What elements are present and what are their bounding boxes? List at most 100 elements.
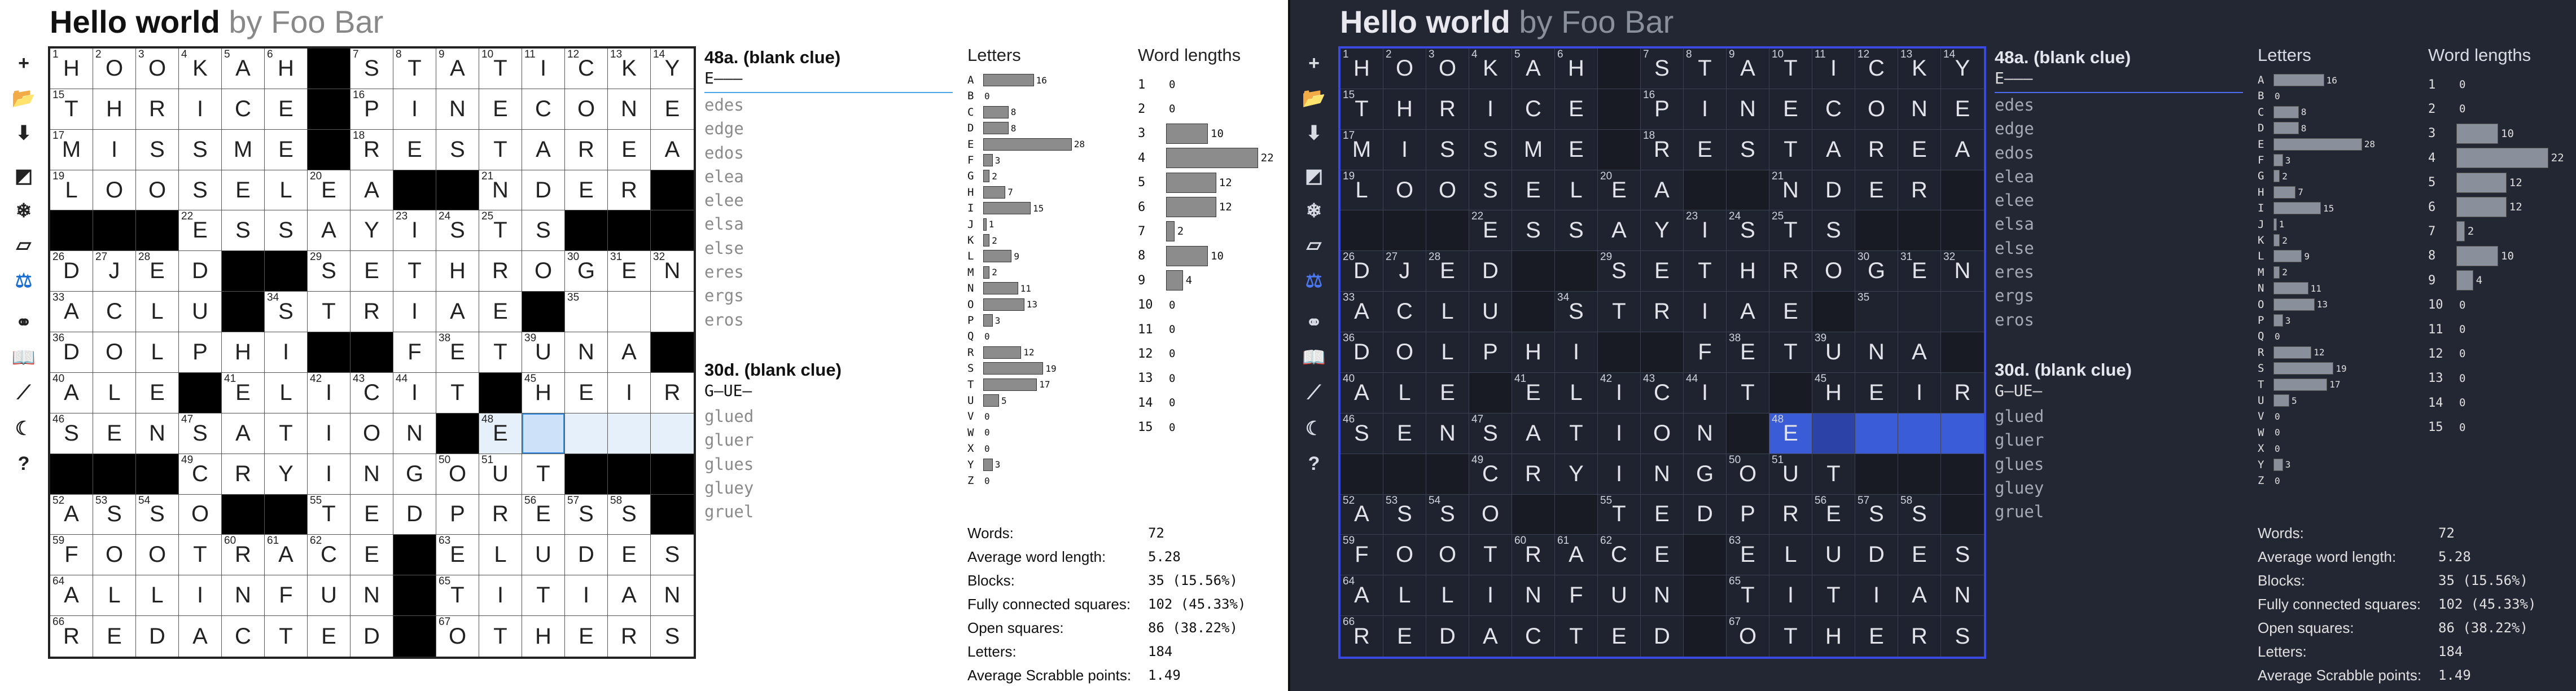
symmetry-icon[interactable]: ◩: [1297, 160, 1331, 192]
grid-cell[interactable]: S: [1941, 535, 1984, 576]
grid-cell[interactable]: E: [93, 616, 136, 657]
grid-cell[interactable]: N: [393, 413, 436, 454]
grid-cell[interactable]: D: [1855, 535, 1898, 576]
grid-cell[interactable]: I: [1469, 575, 1512, 617]
suggestion-item[interactable]: gluer: [1995, 428, 2243, 452]
grid-cell[interactable]: T: [479, 616, 522, 657]
grid-cell[interactable]: S: [222, 210, 265, 252]
suggestion-item[interactable]: edos: [1995, 141, 2243, 165]
grid-cell[interactable]: A: [222, 413, 265, 454]
grid-cell[interactable]: U: [1469, 292, 1512, 333]
grid-cell[interactable]: E: [1383, 616, 1426, 657]
grid-cell[interactable]: N: [1727, 89, 1769, 130]
grid-cell[interactable]: L: [1426, 332, 1469, 373]
grid-cell[interactable]: 44 I: [1684, 372, 1727, 413]
grid-cell[interactable]: O: [1383, 535, 1426, 576]
grid-cell[interactable]: T: [1769, 616, 1812, 657]
grid-cell[interactable]: H: [1512, 332, 1555, 373]
grid-cell[interactable]: S: [136, 129, 179, 170]
grid-cell[interactable]: E: [608, 535, 651, 576]
grid-cell[interactable]: E: [1598, 616, 1641, 657]
eraser-icon[interactable]: ▱: [1297, 229, 1331, 261]
grid-cell[interactable]: 56 E: [522, 494, 565, 535]
grid-cell[interactable]: I: [179, 575, 222, 617]
suggestion-item[interactable]: edge: [704, 117, 953, 140]
suggestion-item[interactable]: ergs: [704, 284, 953, 307]
grid-cell[interactable]: E: [608, 129, 651, 170]
suggestion-item[interactable]: glues: [1995, 452, 2243, 476]
grid-cell[interactable]: N: [436, 89, 479, 130]
grid-cell[interactable]: I: [565, 575, 608, 617]
grid-cell[interactable]: 19 L: [1340, 170, 1383, 211]
grid-cell[interactable]: N: [1941, 575, 1984, 617]
grid-cell[interactable]: N: [651, 575, 694, 617]
grid-cell[interactable]: I: [393, 89, 436, 130]
grid-cell[interactable]: L: [1426, 575, 1469, 617]
grid-cell[interactable]: 14 Y: [1941, 49, 1984, 89]
grid-cell[interactable]: 49 C: [1469, 454, 1512, 495]
grid-cell[interactable]: D: [351, 616, 393, 657]
grid-cell[interactable]: E: [565, 170, 608, 211]
grid-cell[interactable]: M: [222, 129, 265, 170]
grid-cell[interactable]: D: [393, 494, 436, 535]
grid-cell[interactable]: [651, 292, 694, 333]
grid-cell[interactable]: 42 I: [308, 372, 351, 413]
grid-cell[interactable]: 23 I: [1684, 210, 1727, 252]
grid-cell[interactable]: L: [93, 575, 136, 617]
grid-cell[interactable]: N: [1855, 332, 1898, 373]
grid-cell[interactable]: 3O: [136, 49, 179, 89]
grid-cell[interactable]: 41 E: [1512, 372, 1555, 413]
grid-cell[interactable]: T: [1812, 575, 1855, 617]
grid-cell[interactable]: 61 A: [265, 535, 308, 576]
grid-cell[interactable]: 26 D: [1340, 251, 1383, 292]
grid-cell[interactable]: O: [93, 535, 136, 576]
grid-cell[interactable]: R: [351, 292, 393, 333]
grid-cell[interactable]: 31 E: [1898, 251, 1941, 292]
grid-cell[interactable]: L: [479, 535, 522, 576]
grid-cell[interactable]: [1898, 413, 1941, 454]
grid-cell[interactable]: H: [522, 616, 565, 657]
grid-cell[interactable]: 33 A: [50, 292, 93, 333]
grid-cell[interactable]: 55 T: [1598, 494, 1641, 535]
grid-cell[interactable]: 13 K: [1898, 49, 1941, 89]
grid-cell[interactable]: I: [1598, 413, 1641, 454]
book-icon[interactable]: 📖: [7, 342, 41, 373]
grid-cell[interactable]: U: [179, 292, 222, 333]
grid-cell[interactable]: 19 L: [50, 170, 93, 211]
grid-cell[interactable]: 30 G: [1855, 251, 1898, 292]
grid-cell[interactable]: A: [1469, 616, 1512, 657]
grid-cell[interactable]: H: [436, 251, 479, 292]
grid-cell[interactable]: E: [1769, 89, 1812, 130]
grid-cell[interactable]: E: [1898, 129, 1941, 170]
grid-cell[interactable]: U: [1598, 575, 1641, 617]
grid-cell[interactable]: E: [1855, 372, 1898, 413]
suggestion-item[interactable]: elsa: [704, 212, 953, 236]
grid-cell[interactable]: A: [436, 292, 479, 333]
suggestion-item[interactable]: else: [704, 236, 953, 260]
grid-cell[interactable]: 35: [1855, 292, 1898, 333]
grid-cell[interactable]: A: [522, 129, 565, 170]
grid-cell[interactable]: 2O: [93, 49, 136, 89]
grid-cell[interactable]: 60 R: [222, 535, 265, 576]
grid-cell[interactable]: E: [1512, 170, 1555, 211]
grid-cell[interactable]: C: [1512, 616, 1555, 657]
grid-cell[interactable]: L: [1426, 292, 1469, 333]
grid-cell[interactable]: 27 J: [93, 251, 136, 292]
grid-cell[interactable]: E: [1941, 89, 1984, 130]
grid-cell[interactable]: 15 T: [1340, 89, 1383, 130]
grid-cell[interactable]: O: [93, 170, 136, 211]
grid-cell[interactable]: N: [1641, 454, 1684, 495]
grid-cell[interactable]: E: [265, 129, 308, 170]
grid-cell[interactable]: P: [436, 494, 479, 535]
grid-cell[interactable]: R: [222, 454, 265, 495]
grid-cell[interactable]: L: [1555, 372, 1598, 413]
grid-cell[interactable]: C: [522, 89, 565, 130]
grid-cell[interactable]: E: [1898, 535, 1941, 576]
grid-cell[interactable]: 48 E: [479, 413, 522, 454]
grid-cell[interactable]: L: [136, 332, 179, 373]
grid-cell[interactable]: 40 A: [1340, 372, 1383, 413]
grid-cell[interactable]: 45 H: [522, 372, 565, 413]
grid-cell[interactable]: E: [1383, 413, 1426, 454]
grid-cell[interactable]: 12 C: [1855, 49, 1898, 89]
grid-cell[interactable]: I: [1684, 89, 1727, 130]
